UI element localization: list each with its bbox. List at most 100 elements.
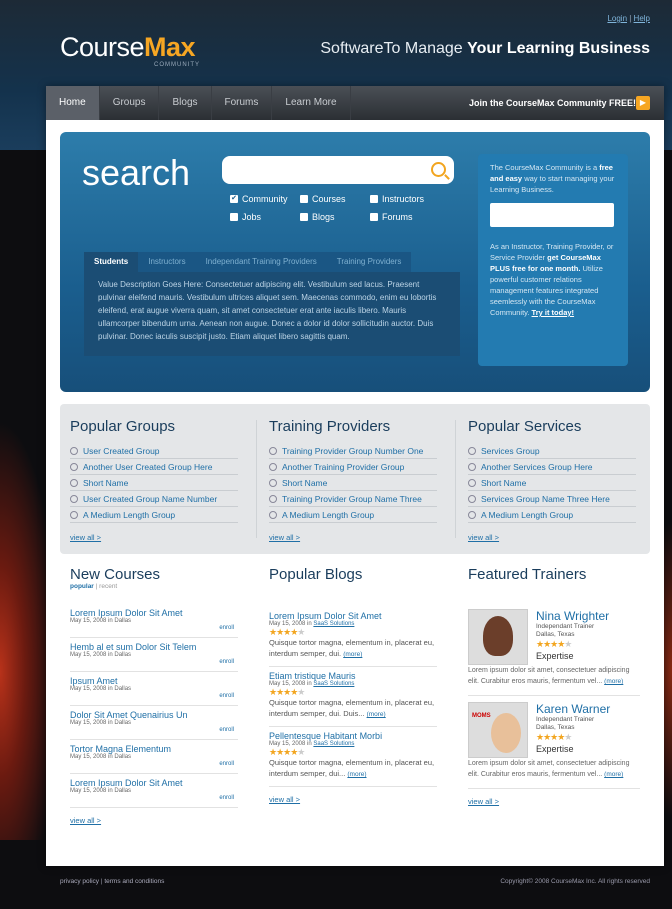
site-footer: privacy policy | terms and conditions Co… bbox=[60, 878, 650, 885]
filter-forums[interactable]: Forums bbox=[370, 212, 440, 222]
filter-blogs[interactable]: Blogs bbox=[300, 212, 370, 222]
item-label: Services Group bbox=[481, 445, 540, 456]
course-title[interactable]: Ipsum Amet bbox=[70, 676, 238, 686]
login-link[interactable]: Login bbox=[607, 14, 627, 23]
circle-arrow-icon bbox=[468, 462, 476, 471]
list-item[interactable]: User Created Group Name Number bbox=[70, 491, 238, 507]
more-link[interactable]: (more) bbox=[604, 678, 623, 685]
list-item[interactable]: Short Name bbox=[70, 475, 238, 491]
section-title: Popular Blogs bbox=[269, 566, 363, 583]
logo[interactable]: CourseMax bbox=[60, 32, 196, 63]
circle-arrow-icon bbox=[70, 446, 78, 455]
checkbox-icon[interactable] bbox=[300, 195, 308, 203]
list-item[interactable]: Services Group bbox=[468, 443, 636, 459]
filter-jobs[interactable]: Jobs bbox=[230, 212, 300, 222]
copyright: Copyright© 2008 CourseMax Inc. All right… bbox=[500, 878, 650, 885]
list-item[interactable]: Training Provider Group Number One bbox=[269, 443, 437, 459]
checkbox-icon[interactable] bbox=[230, 213, 238, 221]
list-item[interactable]: Another Services Group Here bbox=[468, 459, 636, 475]
blog-title[interactable]: Pellentesque Habitant Morbi bbox=[269, 731, 437, 741]
checkbox-icon[interactable] bbox=[370, 195, 378, 203]
view-all-link[interactable]: view all > bbox=[468, 797, 638, 806]
filter-instructors[interactable]: Instructors bbox=[370, 194, 440, 204]
trainer-photo[interactable] bbox=[468, 609, 528, 665]
list-item[interactable]: User Created Group bbox=[70, 443, 238, 459]
course-title[interactable]: Lorem Ipsum Dolor Sit Amet bbox=[70, 778, 238, 788]
nav-tab-forums[interactable]: Forums bbox=[212, 86, 273, 120]
checkbox-icon[interactable] bbox=[300, 213, 308, 221]
list-item[interactable]: A Medium Length Group bbox=[70, 507, 238, 523]
more-link[interactable]: (more) bbox=[343, 651, 362, 658]
list-item[interactable]: Short Name bbox=[269, 475, 437, 491]
sort-popular[interactable]: popular bbox=[70, 583, 94, 590]
list-item[interactable]: Training Provider Group Name Three bbox=[269, 491, 437, 507]
more-link[interactable]: (more) bbox=[347, 771, 366, 778]
help-link[interactable]: Help bbox=[634, 14, 650, 23]
get-free-account-button[interactable]: Get a Free Account bbox=[490, 203, 614, 227]
nav-tab-home[interactable]: Home bbox=[46, 86, 100, 120]
checkbox-checked-icon[interactable]: ✔ bbox=[230, 195, 238, 203]
privacy-policy-link[interactable]: privacy policy bbox=[60, 878, 99, 885]
list-item[interactable]: Short Name bbox=[468, 475, 636, 491]
course-title[interactable]: Dolor Sit Amet Quenairius Un bbox=[70, 710, 238, 720]
blog-title[interactable]: Lorem Ipsum Dolor Sit Amet bbox=[269, 611, 437, 621]
main-container: Home Groups Blogs Forums Learn More Join… bbox=[46, 86, 664, 866]
list-item[interactable]: Services Group Name Three Here bbox=[468, 491, 636, 507]
enroll-link[interactable]: enroll bbox=[219, 761, 234, 767]
sort-recent[interactable]: recent bbox=[99, 583, 117, 590]
checkbox-icon[interactable] bbox=[370, 213, 378, 221]
item-label: A Medium Length Group bbox=[481, 509, 574, 520]
trainer-photo[interactable]: MOMS bbox=[468, 702, 528, 758]
try-it-today-link[interactable]: Try it today! bbox=[532, 308, 575, 317]
blog-category-link[interactable]: SaaS Solutions bbox=[313, 741, 354, 747]
tab-instructors[interactable]: Instructors bbox=[138, 252, 196, 272]
list-item[interactable]: Another User Created Group Here bbox=[70, 459, 238, 475]
filter-community[interactable]: ✔ Community bbox=[230, 194, 300, 204]
tab-training-providers[interactable]: Training Providers bbox=[326, 252, 412, 272]
search-input[interactable] bbox=[222, 156, 454, 184]
list-item[interactable]: A Medium Length Group bbox=[468, 507, 636, 523]
sort-separator: | bbox=[95, 583, 98, 590]
course-meta: May 15, 2008 in Dallas bbox=[70, 754, 132, 760]
nav-tab-groups[interactable]: Groups bbox=[100, 86, 160, 120]
view-all-link[interactable]: view all > bbox=[468, 533, 499, 542]
nav-tab-blogs[interactable]: Blogs bbox=[159, 86, 212, 120]
tagline: SoftwareTo Manage Your Learning Business bbox=[320, 40, 650, 58]
circle-arrow-icon bbox=[269, 462, 277, 471]
more-link[interactable]: (more) bbox=[367, 711, 386, 718]
enroll-link[interactable]: enroll bbox=[219, 693, 234, 699]
view-all-link[interactable]: view all > bbox=[70, 816, 240, 825]
course-title[interactable]: Hemb al et sum Dolor Sit Telem bbox=[70, 642, 238, 652]
course-title[interactable]: Lorem Ipsum Dolor Sit Amet bbox=[70, 608, 238, 618]
view-all-link[interactable]: view all > bbox=[70, 533, 101, 542]
view-all-link[interactable]: view all > bbox=[269, 533, 300, 542]
search-icon[interactable] bbox=[431, 162, 446, 177]
bottom-section: New Courses popular | recent Lorem Ipsum… bbox=[60, 566, 650, 856]
section-title: Featured Trainers bbox=[468, 566, 587, 583]
blog-title[interactable]: Etiam tristique Mauris bbox=[269, 671, 437, 681]
enroll-link[interactable]: enroll bbox=[219, 795, 234, 801]
enroll-link[interactable]: enroll bbox=[219, 727, 234, 733]
play-arrow-icon[interactable]: ▶ bbox=[636, 96, 650, 110]
more-link[interactable]: (more) bbox=[604, 771, 623, 778]
enroll-link[interactable]: enroll bbox=[219, 659, 234, 665]
star-rating-icon: ★★★★★ bbox=[269, 747, 305, 757]
item-label: Another Services Group Here bbox=[481, 461, 593, 472]
terms-link[interactable]: terms and conditions bbox=[104, 878, 164, 885]
blog-category-link[interactable]: SaaS Solutions bbox=[313, 621, 354, 627]
join-link[interactable]: Join the CourseMax Community FREE! bbox=[469, 86, 636, 120]
filter-courses[interactable]: Courses bbox=[300, 194, 370, 204]
tab-independant-training-providers[interactable]: Independant Training Providers bbox=[195, 252, 327, 272]
blog-category-link[interactable]: SaaS Solutions bbox=[313, 681, 354, 687]
circle-arrow-icon bbox=[70, 478, 78, 487]
course-title[interactable]: Tortor Magna Elementum bbox=[70, 744, 238, 754]
tab-students[interactable]: Students bbox=[84, 252, 139, 272]
blog-item: Pellentesque Habitant Morbi May 15, 2008… bbox=[269, 727, 437, 787]
list-item[interactable]: Another Training Provider Group bbox=[269, 459, 437, 475]
enroll-link[interactable]: enroll bbox=[219, 625, 234, 631]
view-all-link[interactable]: view all > bbox=[269, 795, 439, 804]
nav-tab-learn-more[interactable]: Learn More bbox=[272, 86, 351, 120]
star-rating-icon: ★★★★★ bbox=[269, 627, 305, 637]
company-logo: MOMS bbox=[472, 713, 491, 719]
list-item[interactable]: A Medium Length Group bbox=[269, 507, 437, 523]
